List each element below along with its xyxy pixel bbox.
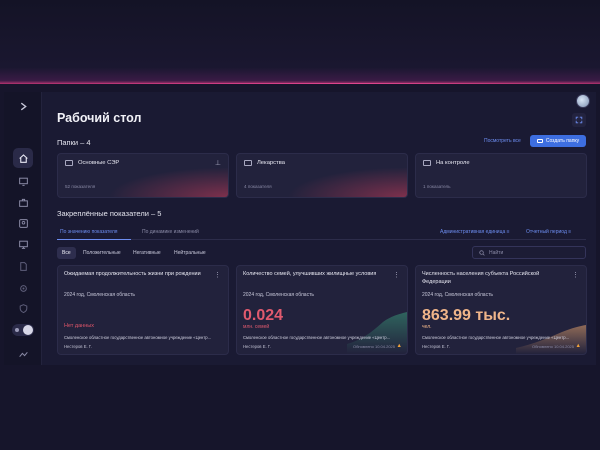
pin-icon[interactable]: ⊥: [215, 159, 221, 167]
home-icon: [18, 153, 28, 163]
chip-negative[interactable]: Негативные: [128, 247, 166, 259]
chip-neutral[interactable]: Нейтральные: [169, 247, 211, 259]
view-all-link[interactable]: Посмотреть все: [484, 138, 521, 144]
folder-count: 52 показателя: [65, 184, 96, 189]
chip-positive[interactable]: Положительные: [78, 247, 126, 259]
tab-by-value[interactable]: По значению показателя: [60, 229, 118, 235]
filter-icon: ≡: [506, 229, 510, 235]
chevron-right-icon[interactable]: [13, 96, 33, 116]
gear-icon: [19, 284, 27, 292]
create-folder-button[interactable]: Создать папку: [530, 135, 586, 147]
card-unit: чел.: [422, 324, 432, 330]
card-org: Смоленское областное государственное авт…: [243, 335, 391, 340]
card-subtitle: 2024 год, Смоленская область: [243, 292, 314, 298]
search-icon: [479, 249, 485, 256]
card-title: Количество семей, улучшивших жилищные ус…: [243, 271, 377, 277]
card-unit: млн. семей: [243, 324, 270, 330]
moon-icon: [23, 325, 33, 335]
indicator-card[interactable]: Количество семей, улучшивших жилищные ус…: [236, 265, 408, 355]
card-title: Численность населения субъекта Российско…: [422, 271, 540, 285]
tab-by-dynamics[interactable]: По динамике изменений: [142, 229, 199, 235]
card-subtitle: 2024 год, Смоленская область: [422, 292, 493, 298]
card-subtitle: 2024 год, Смоленская область: [64, 292, 135, 298]
more-icon[interactable]: ⋮: [214, 271, 221, 279]
folder-card[interactable]: Основные СЭР ⊥ 52 показателя: [57, 153, 229, 198]
folder-plus-icon: [536, 138, 543, 144]
indicator-card[interactable]: Ожидаемая продолжительность жизни при ро…: [57, 265, 229, 355]
search-placeholder: Найти: [489, 249, 504, 256]
activity-icon[interactable]: [13, 344, 33, 364]
chip-all[interactable]: Все: [57, 247, 76, 259]
main-content: Рабочий стол Папки – 4 Посмотреть все Со…: [42, 92, 596, 365]
monitor-chart-icon: [18, 177, 28, 186]
page-title: Рабочий стол: [57, 111, 142, 125]
fullscreen-button[interactable]: [572, 113, 586, 127]
sidebar-item-settings[interactable]: [13, 278, 33, 298]
filter-icon: ≡: [568, 229, 572, 235]
users-icon: [18, 218, 28, 228]
expand-icon: [575, 116, 583, 124]
tab-underline: [57, 239, 131, 240]
card-author: Нестеров Е. Г.: [243, 344, 271, 349]
sidebar-item-portfolio[interactable]: [13, 192, 33, 212]
indicator-card[interactable]: Численность населения субъекта Российско…: [415, 265, 587, 355]
no-data-label: Нет данных: [64, 323, 94, 329]
folder-count: 4 показателя: [244, 184, 272, 189]
top-backdrop: [0, 0, 600, 84]
shield-icon: [19, 303, 27, 313]
create-folder-label: Создать папку: [545, 138, 580, 144]
folders-title: Папки – 4: [57, 138, 91, 147]
sidebar-item-security[interactable]: [13, 298, 33, 318]
folder-name: Основные СЭР: [78, 160, 120, 166]
folder-glow: [108, 167, 228, 197]
folder-name: На контроле: [436, 160, 470, 166]
briefcase-icon: [18, 198, 28, 207]
sidebar-item-users[interactable]: [13, 213, 33, 233]
theme-toggle[interactable]: [12, 324, 34, 336]
avatar[interactable]: [576, 94, 590, 108]
search-input[interactable]: Найти: [472, 246, 586, 259]
folder-name: Лекарства: [257, 160, 285, 166]
pinned-title: Закреплённые показатели – 5: [57, 209, 162, 218]
document-icon: [19, 261, 27, 271]
folder-count: 1 показатель: [423, 184, 451, 189]
sidebar-item-monitoring[interactable]: [13, 171, 33, 191]
desktop-icon: [18, 240, 28, 249]
warning-icon: ▲: [575, 343, 581, 349]
top-accent-line: [0, 83, 600, 84]
folder-icon: [244, 160, 252, 166]
card-org: Смоленское областное государственное авт…: [422, 335, 570, 340]
app-window: Рабочий стол Папки – 4 Посмотреть все Со…: [4, 92, 596, 365]
sidebar-item-home[interactable]: [13, 148, 33, 168]
folder-icon: [65, 160, 73, 166]
unit-filter-label: Административная единица: [440, 229, 506, 235]
sidebar-item-documents[interactable]: [13, 256, 33, 276]
more-icon[interactable]: ⋮: [572, 271, 579, 279]
period-filter-label: Отчетный период: [526, 229, 567, 235]
sidebar: [4, 92, 42, 365]
card-title: Ожидаемая продолжительность жизни при ро…: [64, 271, 201, 277]
card-org: Смоленское областное государственное авт…: [64, 335, 212, 340]
card-updated: Обновлено 10.04.2025: [532, 344, 574, 349]
card-author: Нестеров Е. Г.: [64, 344, 92, 349]
card-updated: Обновлено 10.04.2025: [353, 344, 395, 349]
unit-filter[interactable]: Административная единица ≡: [440, 229, 510, 235]
more-icon[interactable]: ⋮: [393, 271, 400, 279]
folder-icon: [423, 160, 431, 166]
sun-icon: [15, 328, 19, 332]
folder-card[interactable]: Лекарства 4 показателя: [236, 153, 408, 198]
period-filter[interactable]: Отчетный период ≡: [526, 229, 571, 235]
folder-glow: [287, 167, 407, 197]
card-value: 863.99 тыс.: [422, 307, 511, 324]
card-value: 0.024: [243, 307, 284, 324]
warning-icon: ▲: [396, 343, 402, 349]
folder-card[interactable]: На контроле 1 показатель: [415, 153, 587, 198]
card-author: Нестеров Е. Г.: [422, 344, 450, 349]
sidebar-item-desktop[interactable]: [13, 234, 33, 254]
